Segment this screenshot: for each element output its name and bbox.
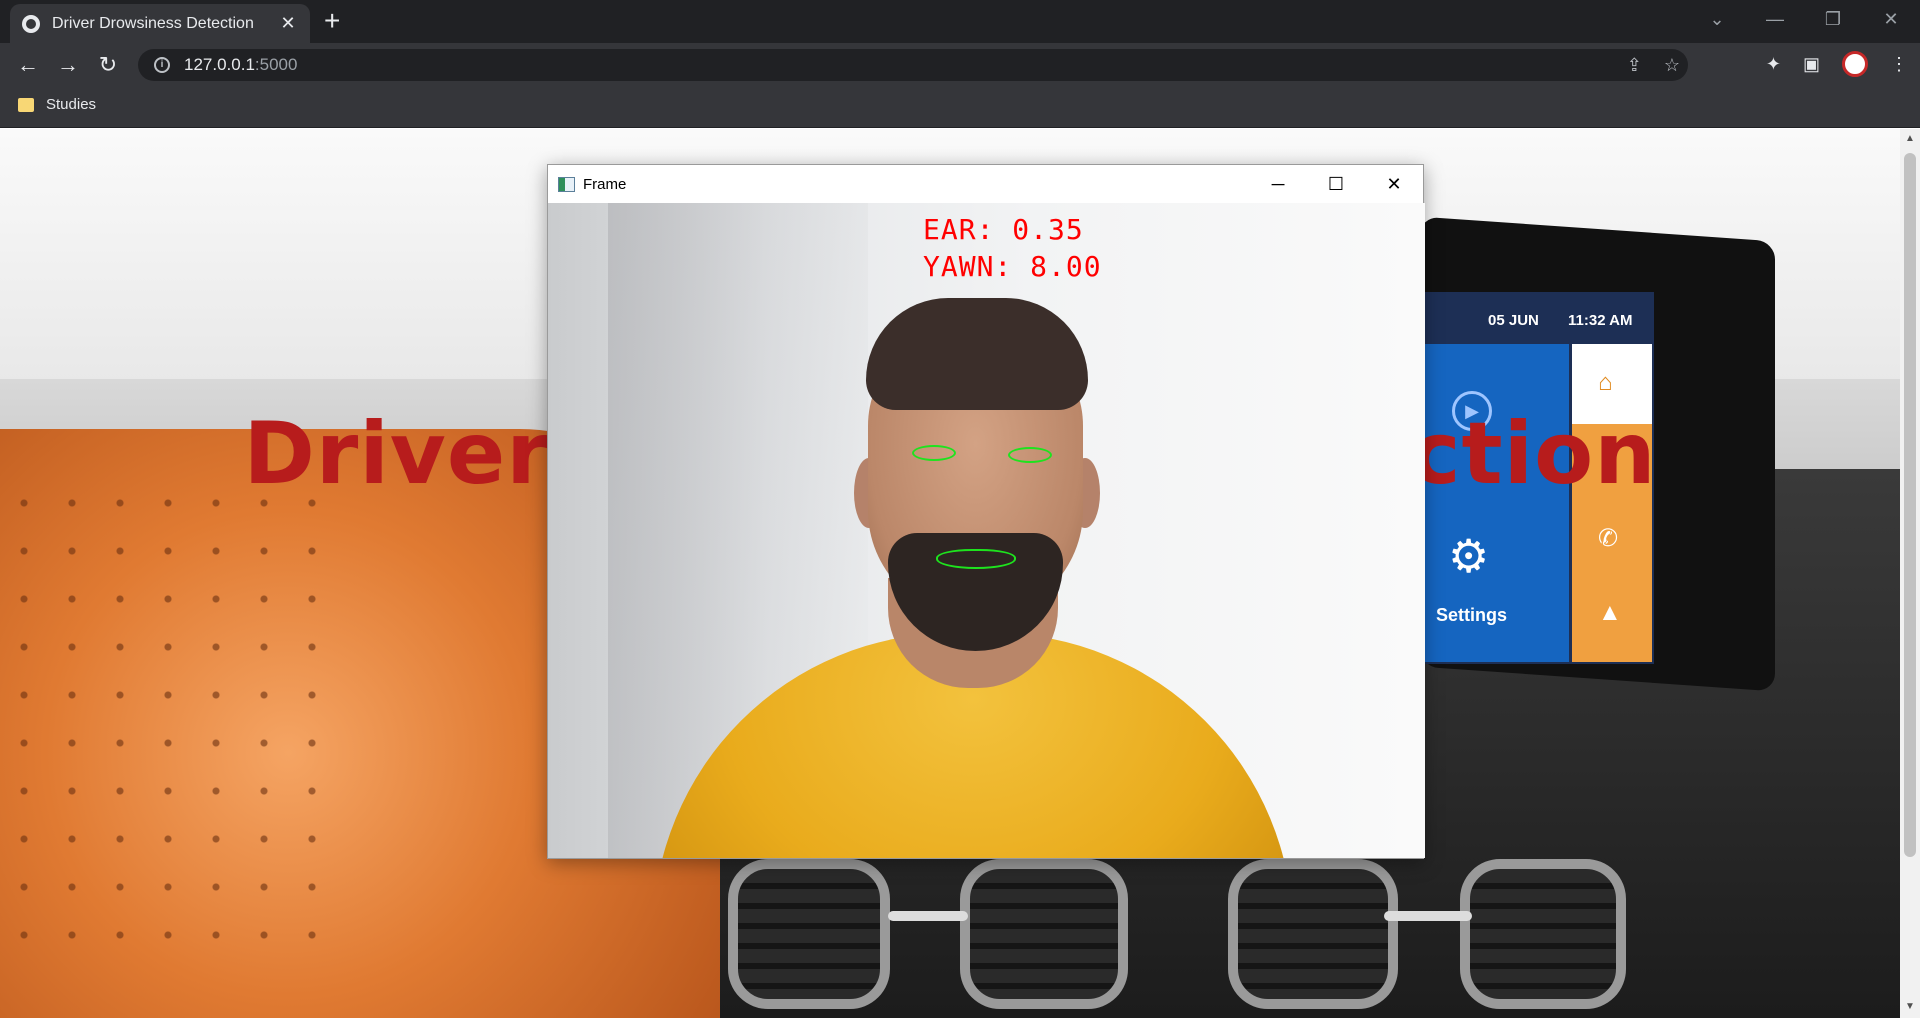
- navigation-arrow-icon: ▲: [1598, 599, 1622, 626]
- air-vent: [1460, 859, 1626, 1009]
- tab-close-icon[interactable]: ✕: [278, 13, 298, 34]
- side-panel-icon[interactable]: ▣: [1803, 54, 1820, 75]
- vent-handle: [888, 911, 968, 921]
- window-controls: ⌄ — ❐ ✕: [1688, 0, 1920, 40]
- air-vent: [1228, 859, 1398, 1009]
- air-vent: [728, 859, 890, 1009]
- url-port: :5000: [254, 55, 298, 74]
- address-bar[interactable]: i 127.0.0.1:5000 ⇪ ☆: [138, 49, 1688, 81]
- person-hair: [866, 298, 1088, 410]
- speaker-dots: [0, 479, 320, 979]
- scroll-down-icon[interactable]: ▼: [1900, 1001, 1920, 1012]
- tab-strip: Driver Drowsiness Detection ✕ + ⌄ — ❐ ✕: [0, 0, 1920, 43]
- frame-window-title: Frame: [583, 175, 627, 193]
- home-icon: ⌂: [1598, 369, 1613, 396]
- puzzle-icon[interactable]: ✦: [1766, 54, 1781, 75]
- dashboard-settings-label: Settings: [1436, 605, 1508, 625]
- bookmark-studies[interactable]: Studies: [18, 96, 96, 113]
- star-icon[interactable]: ☆: [1664, 55, 1680, 76]
- scroll-up-icon[interactable]: ▲: [1900, 133, 1920, 144]
- gear-icon: ⚙: [1448, 530, 1490, 582]
- frame-window[interactable]: Frame ─ ☐ ✕ EAR: 0.35 YAWN: 8.00: [547, 164, 1425, 859]
- page-scrollbar[interactable]: ▲ ▼: [1900, 129, 1920, 1018]
- url-host: 127.0.0.1: [184, 55, 255, 74]
- app-icon: [558, 176, 575, 192]
- vent-handle: [1384, 911, 1472, 921]
- scroll-thumb[interactable]: [1904, 153, 1916, 857]
- restore-icon[interactable]: ❐: [1804, 0, 1862, 40]
- tab-title: Driver Drowsiness Detection: [52, 14, 254, 32]
- tab-search-icon[interactable]: ⌄: [1688, 0, 1746, 40]
- globe-icon: [22, 14, 40, 33]
- reload-icon[interactable]: ↻: [94, 51, 122, 79]
- air-vent: [960, 859, 1128, 1009]
- dashboard-date: 05 JUN: [1488, 312, 1539, 329]
- minimize-icon[interactable]: ─: [1249, 165, 1307, 203]
- right-eye-contour: [1008, 447, 1052, 463]
- dashboard-time: 11:32 AM: [1568, 312, 1633, 329]
- browser-toolbar: ← → ↻ i 127.0.0.1:5000 ⇪ ☆ ✦ ▣ ⋮: [0, 43, 1920, 86]
- mouth-contour: [936, 549, 1016, 569]
- toolbar-actions: ✦ ▣ ⋮: [1766, 51, 1908, 77]
- profile-avatar[interactable]: [1842, 51, 1868, 77]
- left-eye-contour: [912, 445, 956, 461]
- bookmark-label: Studies: [46, 96, 97, 113]
- bookmarks-bar: Studies: [0, 86, 1920, 128]
- close-icon[interactable]: ✕: [1365, 165, 1423, 203]
- webcam-frame: EAR: 0.35 YAWN: 8.00: [548, 203, 1425, 858]
- back-arrow-icon[interactable]: ←: [14, 51, 42, 79]
- yawn-readout: YAWN: 8.00: [923, 250, 1102, 283]
- site-info-icon[interactable]: i: [154, 57, 170, 73]
- browser-tab[interactable]: Driver Drowsiness Detection ✕: [10, 4, 310, 43]
- kebab-menu-icon[interactable]: ⋮: [1890, 54, 1908, 75]
- phone-icon: ✆: [1598, 525, 1619, 552]
- omnibox-actions: ⇪ ☆: [1627, 49, 1680, 81]
- frame-titlebar[interactable]: Frame ─ ☐ ✕: [548, 165, 1423, 203]
- share-icon[interactable]: ⇪: [1627, 55, 1642, 76]
- folder-icon: [18, 97, 34, 112]
- forward-arrow-icon[interactable]: →: [54, 51, 82, 79]
- window-close-icon[interactable]: ✕: [1862, 0, 1920, 40]
- maximize-icon[interactable]: ☐: [1307, 165, 1365, 203]
- new-tab-button[interactable]: +: [324, 6, 340, 36]
- minimize-icon[interactable]: —: [1746, 0, 1804, 40]
- ear-readout: EAR: 0.35: [923, 213, 1084, 246]
